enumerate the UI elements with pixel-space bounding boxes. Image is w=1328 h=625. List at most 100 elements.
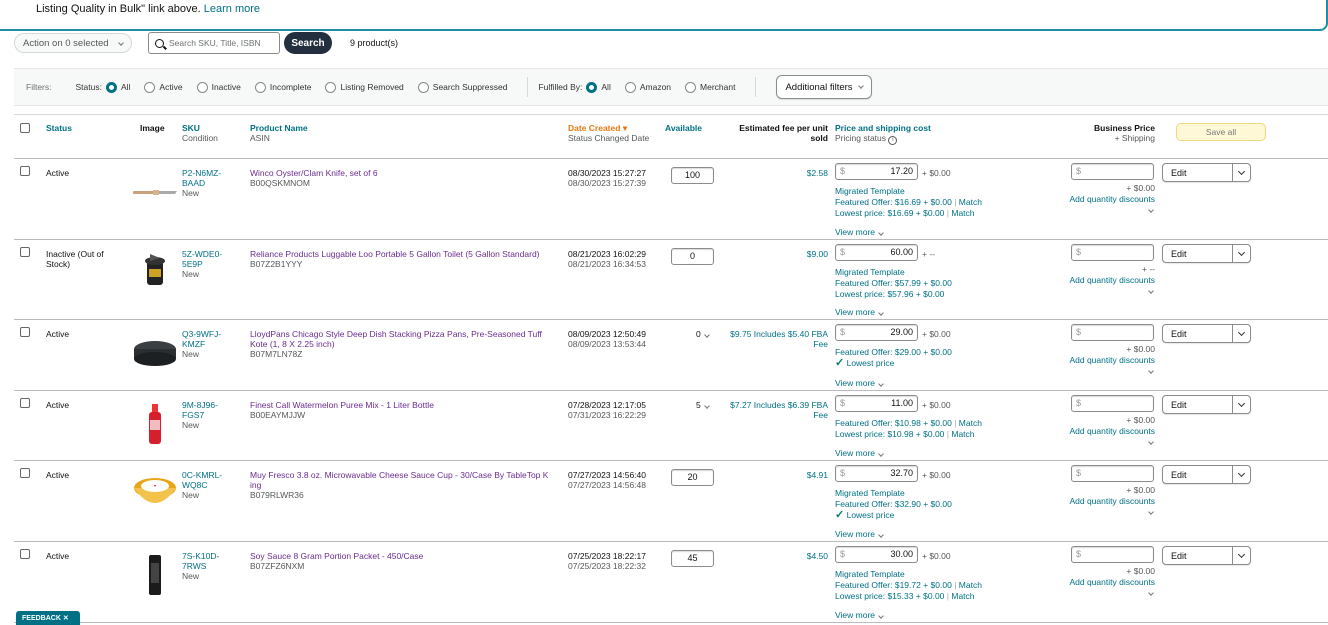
row-checkbox[interactable]	[20, 166, 30, 176]
edit-button[interactable]: Edit	[1162, 163, 1251, 182]
business-price-input[interactable]: $	[1071, 244, 1154, 261]
discounts-chevron[interactable]	[1148, 285, 1154, 295]
discounts-chevron[interactable]	[1148, 506, 1154, 516]
match-price-link[interactable]: Match	[959, 197, 982, 207]
add-quantity-discounts-link[interactable]: Add quantity discounts	[1054, 426, 1155, 436]
price-input[interactable]: $29.00	[835, 324, 918, 341]
available-readonly[interactable]: 0	[696, 329, 710, 339]
business-price-input[interactable]: $	[1071, 324, 1154, 341]
available-input[interactable]: 45	[671, 550, 714, 567]
status-radio-all[interactable]	[105, 81, 117, 93]
header-sku[interactable]: SKU Condition	[182, 123, 218, 143]
product-image[interactable]	[130, 169, 180, 215]
additional-filters-button[interactable]: Additional filters	[776, 75, 872, 99]
match-price-link[interactable]: Match	[951, 208, 974, 218]
sku-link-2[interactable]: 7RWS	[182, 561, 219, 571]
row-checkbox[interactable]	[20, 468, 30, 478]
match-price-link[interactable]: Match	[959, 580, 982, 590]
product-image[interactable]	[130, 552, 180, 598]
view-more-link[interactable]: View more	[835, 529, 885, 539]
add-quantity-discounts-link[interactable]: Add quantity discounts	[1054, 355, 1155, 365]
available-input[interactable]: 20	[671, 469, 714, 486]
row-checkbox[interactable]	[20, 398, 30, 408]
price-input[interactable]: $17.20	[835, 163, 918, 180]
fulfilled-radio-merchant[interactable]	[685, 81, 697, 93]
status-radio-incomplete[interactable]	[254, 81, 266, 93]
product-name-link[interactable]: Reliance Products Luggable Loo Portable …	[250, 249, 566, 259]
add-quantity-discounts-link[interactable]: Add quantity discounts	[1054, 194, 1155, 204]
search-input[interactable]: Search SKU, Title, ISBN	[148, 32, 280, 54]
product-name-link-2[interactable]: Kote (1, 8 X 2.25 inch)	[250, 339, 566, 349]
fee-text[interactable]: $2.58	[714, 168, 828, 178]
sku-link[interactable]: 0C-KMRL-	[182, 470, 222, 480]
sku-link[interactable]: Q3-9WFJ-	[182, 329, 221, 339]
sku-link-2[interactable]: 5E9P	[182, 259, 222, 269]
header-status[interactable]: Status	[46, 123, 72, 133]
status-radio-active[interactable]	[144, 81, 156, 93]
product-name-link[interactable]: Muy Fresco 3.8 oz. Microwavable Cheese S…	[250, 470, 566, 480]
view-more-link[interactable]: View more	[835, 378, 885, 388]
sku-link[interactable]: 7S-K10D-	[182, 551, 219, 561]
sku-link[interactable]: 5Z-WDE0-	[182, 249, 222, 259]
fulfilled-radio-all[interactable]	[586, 81, 598, 93]
discounts-chevron[interactable]	[1148, 204, 1154, 214]
business-price-input[interactable]: $	[1071, 546, 1154, 563]
sku-link[interactable]: 9M-8J96-	[182, 400, 218, 410]
available-input[interactable]: 100	[671, 167, 714, 184]
product-name-link[interactable]: Winco Oyster/Clam Knife, set of 6	[250, 168, 566, 178]
product-name-link[interactable]: LloydPans Chicago Style Deep Dish Stacki…	[250, 329, 566, 339]
edit-button[interactable]: Edit	[1162, 465, 1251, 484]
edit-menu-dropdown[interactable]	[1232, 547, 1250, 564]
product-image[interactable]	[130, 401, 180, 447]
fulfilled-radio-amazon[interactable]	[624, 81, 636, 93]
edit-menu-dropdown[interactable]	[1232, 466, 1250, 483]
bulk-action-dropdown[interactable]: Action on 0 selected	[14, 33, 132, 53]
price-input[interactable]: $60.00	[835, 244, 918, 261]
product-image[interactable]	[130, 330, 180, 376]
available-readonly[interactable]: 5	[696, 400, 710, 410]
product-image[interactable]: •	[130, 471, 180, 517]
fee-text[interactable]: $9.00	[714, 249, 828, 259]
edit-button[interactable]: Edit	[1162, 324, 1251, 343]
product-name-link[interactable]: Finest Call Watermelon Puree Mix - 1 Lit…	[250, 400, 566, 410]
fee-text[interactable]: $9.75 Includes $5.40 FBA	[714, 329, 828, 339]
fee-text[interactable]: $4.91	[714, 470, 828, 480]
sku-link[interactable]: P2-N6MZ-	[182, 168, 221, 178]
business-price-input[interactable]: $	[1071, 395, 1154, 412]
row-checkbox[interactable]	[20, 327, 30, 337]
view-more-link[interactable]: View more	[835, 448, 885, 458]
row-checkbox[interactable]	[20, 549, 30, 559]
product-name-link[interactable]: Soy Sauce 8 Gram Portion Packet - 450/Ca…	[250, 551, 566, 561]
discounts-chevron[interactable]	[1148, 587, 1154, 597]
match-price-link[interactable]: Match	[951, 429, 974, 439]
info-icon[interactable]: i	[888, 136, 898, 145]
edit-menu-dropdown[interactable]	[1232, 164, 1250, 181]
view-more-link[interactable]: View more	[835, 307, 885, 317]
edit-menu-dropdown[interactable]	[1232, 245, 1250, 262]
search-button[interactable]: Search	[284, 32, 332, 54]
header-available[interactable]: Available	[665, 123, 702, 133]
sku-link-2[interactable]: FGS7	[182, 410, 218, 420]
sku-link-2[interactable]: BAAD	[182, 178, 221, 188]
row-checkbox[interactable]	[20, 247, 30, 257]
learn-more-link[interactable]: Learn more	[204, 3, 260, 15]
edit-menu-dropdown[interactable]	[1232, 325, 1250, 342]
product-image[interactable]	[130, 250, 180, 296]
business-price-input[interactable]: $	[1071, 163, 1154, 180]
edit-button[interactable]: Edit	[1162, 244, 1251, 263]
status-radio-inactive[interactable]	[196, 81, 208, 93]
view-more-link[interactable]: View more	[835, 610, 885, 620]
price-input[interactable]: $30.00	[835, 546, 918, 563]
business-price-input[interactable]: $	[1071, 465, 1154, 482]
discounts-chevron[interactable]	[1148, 365, 1154, 375]
price-input[interactable]: $11.00	[835, 395, 918, 412]
header-date-created[interactable]: Date Created ▾ Status Changed Date	[568, 123, 649, 143]
sku-link-2[interactable]: WQ8C	[182, 480, 222, 490]
status-radio-search-suppressed[interactable]	[417, 81, 429, 93]
fee-text[interactable]: $7.27 Includes $6.39 FBA	[714, 400, 828, 410]
add-quantity-discounts-link[interactable]: Add quantity discounts	[1054, 496, 1155, 506]
view-more-link[interactable]: View more	[835, 227, 885, 237]
match-price-link[interactable]: Match	[959, 418, 982, 428]
header-product-name[interactable]: Product Name ASIN	[250, 123, 308, 143]
save-all-button[interactable]: Save all	[1176, 123, 1266, 141]
